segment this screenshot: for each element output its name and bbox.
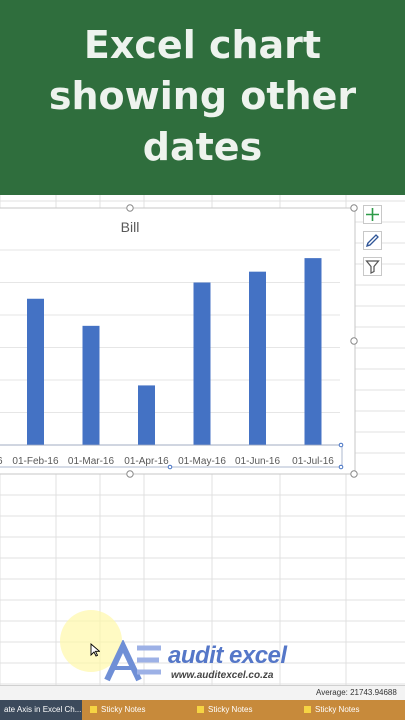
chart-bar[interactable] bbox=[27, 298, 44, 445]
resize-handle[interactable] bbox=[126, 204, 134, 212]
resize-handle[interactable] bbox=[350, 470, 358, 478]
resize-handle[interactable] bbox=[126, 470, 134, 478]
sticky-notes-icon bbox=[90, 706, 97, 713]
chart-elements-icon bbox=[366, 208, 379, 221]
resize-handle[interactable] bbox=[350, 337, 358, 345]
x-tick-label: 01-Mar-16 bbox=[68, 456, 115, 467]
audit-excel-logo-mark-icon bbox=[104, 640, 161, 682]
sticky-notes-icon bbox=[304, 706, 311, 713]
audit-excel-logo: audit excel www.auditexcel.co.za bbox=[103, 640, 303, 684]
chart-bar[interactable] bbox=[249, 271, 266, 445]
chart-elements-button[interactable] bbox=[363, 205, 382, 224]
taskbar-item-label: Sticky Notes bbox=[208, 705, 253, 714]
chart-bar[interactable] bbox=[138, 385, 155, 445]
status-bar: Average: 21743.94688 bbox=[0, 685, 405, 701]
taskbar: ate Axis in Excel Ch... Sticky Notes Sti… bbox=[0, 700, 405, 720]
x-tick-label: 01-Jul-16 bbox=[292, 456, 334, 467]
taskbar-item-sticky-notes[interactable]: Sticky Notes bbox=[300, 700, 405, 720]
plot-area-handle[interactable] bbox=[338, 442, 344, 448]
sticky-notes-icon bbox=[197, 706, 204, 713]
x-tick-label: 01-Feb-16 bbox=[12, 456, 59, 467]
bar-chart[interactable]: Bill 01-Jan-16 01-Feb-16 01-Mar-16 01-Apr-1… bbox=[0, 195, 405, 685]
chart-styles-icon bbox=[365, 234, 379, 248]
x-tick-label: 01-May-16 bbox=[178, 456, 226, 467]
status-average: Average: 21743.94688 bbox=[316, 688, 397, 697]
logo-url: www.auditexcel.co.za bbox=[171, 670, 274, 681]
chart-area[interactable] bbox=[0, 207, 356, 475]
chart-filters-button[interactable] bbox=[363, 257, 382, 276]
x-tick-label: 01-Jun-16 bbox=[235, 456, 280, 467]
title-banner: Excel chart showing other dates bbox=[0, 0, 405, 195]
banner-title: Excel chart showing other dates bbox=[48, 23, 357, 169]
taskbar-item-label: Sticky Notes bbox=[101, 705, 146, 714]
taskbar-item-label: ate Axis in Excel Ch... bbox=[4, 705, 82, 714]
taskbar-item-sticky-notes[interactable]: Sticky Notes bbox=[193, 700, 293, 720]
chart-bar[interactable] bbox=[304, 258, 322, 445]
resize-handle[interactable] bbox=[350, 204, 358, 212]
x-tick-label: 01-Jan-16 bbox=[0, 456, 3, 467]
chart-filters-icon bbox=[365, 260, 380, 274]
x-tick-label: 01-Apr-16 bbox=[124, 456, 169, 467]
chart-bar[interactable] bbox=[193, 282, 211, 446]
plot-area-handle[interactable] bbox=[338, 464, 344, 470]
chart-title[interactable]: Bill bbox=[121, 219, 140, 235]
logo-text: audit excel bbox=[168, 642, 287, 669]
plot-area-handle[interactable] bbox=[167, 464, 173, 470]
chart-styles-button[interactable] bbox=[363, 231, 382, 250]
taskbar-item-sticky-notes[interactable]: Sticky Notes bbox=[86, 700, 186, 720]
taskbar-item-label: Sticky Notes bbox=[315, 705, 360, 714]
chart-bar[interactable] bbox=[82, 325, 100, 445]
mouse-cursor-icon bbox=[90, 643, 100, 657]
taskbar-item-excel[interactable]: ate Axis in Excel Ch... bbox=[0, 700, 82, 720]
